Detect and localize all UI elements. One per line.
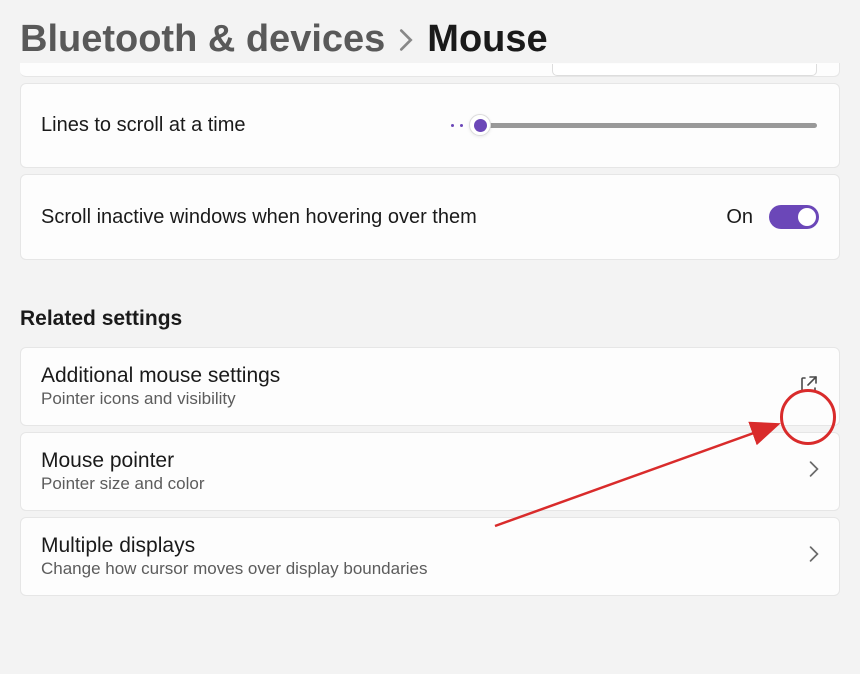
link-subtitle: Pointer size and color <box>41 474 204 494</box>
chevron-right-icon <box>809 461 819 482</box>
link-subtitle: Change how cursor moves over display bou… <box>41 559 427 579</box>
external-link-icon <box>799 374 819 399</box>
toggle-scroll-inactive[interactable] <box>769 205 819 229</box>
chevron-right-icon <box>399 27 413 58</box>
setting-lines-to-scroll: Lines to scroll at a time <box>20 83 840 168</box>
chevron-right-icon <box>809 546 819 567</box>
link-title: Multiple displays <box>41 534 427 558</box>
link-title: Mouse pointer <box>41 449 204 473</box>
slider-thumb[interactable] <box>469 114 491 136</box>
breadcrumb: Bluetooth & devices Mouse <box>0 0 860 61</box>
link-title: Additional mouse settings <box>41 364 280 388</box>
toggle-knob <box>798 208 816 226</box>
link-additional-mouse-settings[interactable]: Additional mouse settings Pointer icons … <box>20 347 840 426</box>
breadcrumb-parent[interactable]: Bluetooth & devices <box>20 18 385 61</box>
related-settings-heading: Related settings <box>20 266 840 347</box>
toggle-state-text: On <box>726 206 753 229</box>
setting-scroll-inactive: Scroll inactive windows when hovering ov… <box>20 174 840 260</box>
breadcrumb-current: Mouse <box>427 18 547 61</box>
link-subtitle: Pointer icons and visibility <box>41 389 280 409</box>
partial-setting-card <box>20 63 840 77</box>
setting-label: Scroll inactive windows when hovering ov… <box>41 206 726 229</box>
lines-slider[interactable] <box>483 123 819 128</box>
link-multiple-displays[interactable]: Multiple displays Change how cursor move… <box>20 517 840 596</box>
setting-label: Lines to scroll at a time <box>41 114 483 137</box>
dropdown-scroll-mode[interactable] <box>552 64 817 76</box>
link-mouse-pointer[interactable]: Mouse pointer Pointer size and color <box>20 432 840 511</box>
